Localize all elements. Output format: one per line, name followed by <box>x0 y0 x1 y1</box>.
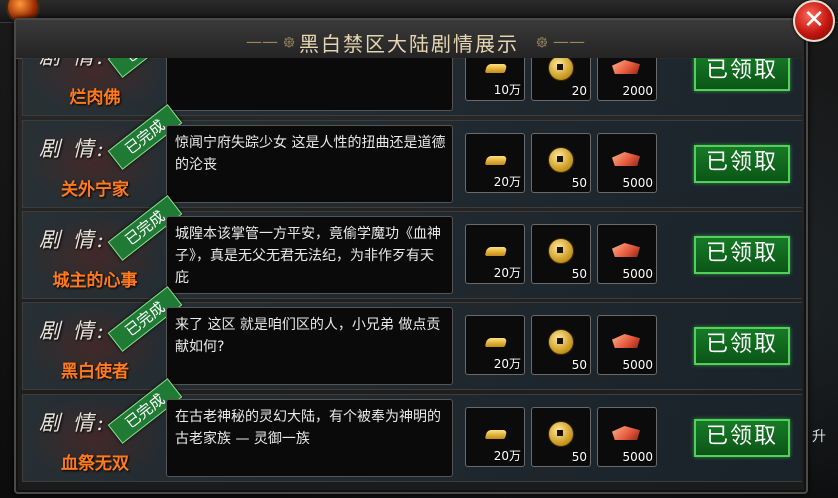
copper-coin-icon <box>548 238 574 264</box>
reward-quantity: 50 <box>571 176 587 190</box>
reward-quantity: 5000 <box>622 358 653 372</box>
reward-quantity: 50 <box>571 450 587 464</box>
quest-label-area: 剧 情: 已完成 城主的心事 <box>25 195 183 296</box>
reward-slot[interactable]: 5000 <box>597 133 657 193</box>
material-icon <box>612 426 640 440</box>
quest-description: 在古老神秘的灵幻大陆，有个被奉为神明的古老家族 — 灵御一族 <box>175 409 441 447</box>
reward-slot[interactable]: 20 <box>531 58 591 101</box>
reward-quantity: 10万 <box>493 83 521 97</box>
quest-name: 烂肉佛 <box>69 88 121 108</box>
reward-slot[interactable]: 5000 <box>597 224 657 284</box>
reward-quantity: 2000 <box>622 84 653 98</box>
material-icon <box>612 152 640 166</box>
copper-coin-icon <box>548 147 574 173</box>
quest-row: 剧 情: 已完成 城主的心事 城隍本该掌管一方平安，竟偷学魔功《血神子》，真是无… <box>22 195 802 299</box>
gold-ingot-icon <box>484 430 508 439</box>
copper-coin-icon <box>548 58 574 81</box>
quest-section-label: 剧 情: <box>39 228 107 252</box>
quest-row: 剧 情: 已完成 烂肉佛 10万 20 2000 已领取 <box>22 58 802 116</box>
reward-slot[interactable]: 20万 <box>465 315 525 375</box>
reward-quantity: 20万 <box>493 266 521 280</box>
claimed-button[interactable]: 已领取 <box>694 236 790 274</box>
reward-quantity: 5000 <box>622 450 653 464</box>
quest-description: 来了 这区 就是咱们区的人，小兄弟 做点贡献如何? <box>175 317 441 355</box>
close-button[interactable]: ✕ <box>793 0 835 42</box>
gold-ingot-icon <box>484 247 508 256</box>
material-icon <box>612 334 640 348</box>
reward-slot[interactable]: 50 <box>531 315 591 375</box>
quest-section-label: 剧 情: <box>39 137 107 161</box>
quest-section-label: 剧 情: <box>39 319 107 343</box>
gold-ingot-icon <box>484 338 508 347</box>
quest-label-area: 剧 情: 已完成 烂肉佛 <box>25 58 183 113</box>
quest-row: 剧 情: 已完成 关外宁家 惊闻宁府失踪少女 这是人性的扭曲还是道德的沦丧 20… <box>22 104 802 208</box>
quest-description-box: 来了 这区 就是咱们区的人，小兄弟 做点贡献如何? <box>166 307 453 385</box>
quest-name: 关外宁家 <box>61 180 129 200</box>
quest-list[interactable]: 剧 情: 已完成 烂肉佛 10万 20 2000 已领取 剧 情: 已完成 关外… <box>22 58 802 490</box>
claimed-button[interactable]: 已领取 <box>694 145 790 183</box>
quest-description-box: 惊闻宁府失踪少女 这是人性的扭曲还是道德的沦丧 <box>166 125 453 203</box>
reward-slot[interactable]: 5000 <box>597 315 657 375</box>
quest-row: 剧 情: 已完成 黑白使者 来了 这区 就是咱们区的人，小兄弟 做点贡献如何? … <box>22 286 802 390</box>
reward-slot[interactable]: 50 <box>531 224 591 284</box>
reward-quantity: 20万 <box>493 175 521 189</box>
quest-description-box <box>166 58 453 111</box>
reward-slot[interactable]: 10万 <box>465 58 525 101</box>
quest-label-area: 剧 情: 已完成 关外宁家 <box>25 104 183 205</box>
quest-name: 血祭无双 <box>61 454 129 474</box>
quest-name: 黑白使者 <box>61 362 129 382</box>
copper-coin-icon <box>548 329 574 355</box>
reward-slot[interactable]: 2000 <box>597 58 657 101</box>
reward-quantity: 20万 <box>493 449 521 463</box>
reward-quantity: 5000 <box>622 176 653 190</box>
reward-quantity: 20万 <box>493 357 521 371</box>
reward-quantity: 50 <box>571 358 587 372</box>
claimed-button[interactable]: 已领取 <box>694 327 790 365</box>
material-icon <box>612 60 640 74</box>
reward-slot[interactable]: 20万 <box>465 133 525 193</box>
reward-slot[interactable]: 50 <box>531 133 591 193</box>
quest-row: 剧 情: 已完成 血祭无双 在古老神秘的灵幻大陆，有个被奉为神明的古老家族 — … <box>22 378 802 482</box>
reward-slot[interactable]: 20万 <box>465 224 525 284</box>
gold-ingot-icon <box>484 156 508 165</box>
quest-section-label: 剧 情: <box>39 411 107 435</box>
quest-name: 城主的心事 <box>52 271 138 291</box>
reward-quantity: 50 <box>571 267 587 281</box>
quest-label-area: 剧 情: 已完成 血祭无双 <box>25 378 183 479</box>
title-ornament-right: ᪥ —— <box>536 32 585 51</box>
quest-description: 惊闻宁府失踪少女 这是人性的扭曲还是道德的沦丧 <box>175 135 446 173</box>
quest-description-box: 在古老神秘的灵幻大陆，有个被奉为神明的古老家族 — 灵御一族 <box>166 399 453 477</box>
reward-slot[interactable]: 5000 <box>597 407 657 467</box>
reward-quantity: 20 <box>571 84 587 98</box>
quest-label-area: 剧 情: 已完成 黑白使者 <box>25 286 183 387</box>
claimed-button[interactable]: 已领取 <box>694 58 790 91</box>
material-icon <box>612 243 640 257</box>
reward-slot[interactable]: 50 <box>531 407 591 467</box>
gold-ingot-icon <box>484 64 508 73</box>
side-menu-label: 升 <box>812 429 826 445</box>
quest-description: 城隍本该掌管一方平安，竟偷学魔功《血神子》，真是无父无君无法纪，为非作歹有天庇 <box>175 226 441 286</box>
quest-description-box: 城隍本该掌管一方平安，竟偷学魔功《血神子》，真是无父无君无法纪，为非作歹有天庇 <box>166 216 453 294</box>
reward-slot[interactable]: 20万 <box>465 407 525 467</box>
quest-section-label: 剧 情: <box>39 58 107 71</box>
copper-coin-icon <box>548 421 574 447</box>
reward-quantity: 5000 <box>622 267 653 281</box>
claimed-button[interactable]: 已领取 <box>694 419 790 457</box>
title-bar: —— ᪥ 黑白禁区大陆剧情展示 ᪥ —— <box>16 20 802 59</box>
panel-title: 黑白禁区大陆剧情展示 <box>299 32 519 56</box>
